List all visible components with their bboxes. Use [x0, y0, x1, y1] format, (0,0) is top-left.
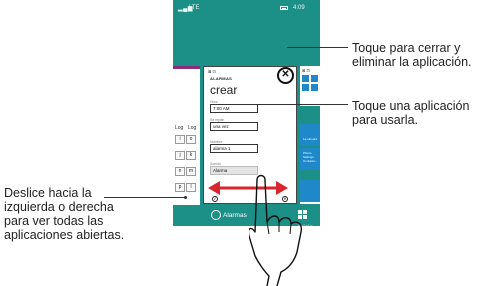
clock: 4:09 — [293, 5, 305, 11]
name-field[interactable]: alarma 1 — [210, 144, 258, 153]
keyboard-key: o — [186, 135, 196, 144]
leader-line-close — [287, 47, 348, 48]
app-title: ALARMAS — [210, 76, 233, 81]
status-bar: ▂▄▆ LTE 4:09 — [173, 0, 320, 16]
hand-icon — [249, 174, 303, 286]
tile-label: La cámara — [303, 137, 318, 141]
page-title: crear — [210, 83, 238, 97]
tile-label: Phone Settings Contacts... — [303, 151, 318, 163]
leader-line-open — [258, 104, 348, 105]
alarm-clock-icon — [211, 210, 221, 221]
battery-icon — [280, 6, 288, 10]
time-field[interactable]: 7:00 AM — [210, 104, 258, 113]
card-header-icons: ⊠ ⊡ — [302, 68, 310, 73]
callout-line: eliminar la aplicación. — [352, 55, 472, 69]
leader-dot — [184, 196, 187, 199]
callout-line: aplicaciones abiertas. — [4, 228, 125, 242]
keyboard-key: n — [175, 167, 185, 176]
callout-line: izquierda o derecha — [4, 200, 114, 214]
repeat-field[interactable]: una vez — [210, 122, 258, 131]
tile — [302, 84, 309, 91]
keyboard-key: l — [186, 183, 196, 192]
keyboard-key: p — [175, 183, 185, 192]
tile — [311, 84, 318, 91]
keyboard-key: m — [186, 167, 196, 176]
keyboard-key: k — [186, 151, 196, 160]
keyboard-key: j — [175, 151, 185, 160]
keyboard-suggestion: Log — [188, 125, 197, 131]
callout-swipe: Deslice hacia la izquierda o derecha par… — [4, 186, 124, 242]
keyboard-suggestion: Log — [175, 125, 184, 131]
callout-line: para usarla. — [352, 113, 419, 127]
callout-line: Deslice hacia la — [4, 186, 92, 200]
alarm-app-label: Alarmas — [211, 210, 247, 222]
callout-line: Toque para cerrar y — [352, 41, 461, 55]
callout-line: Toque una aplicación — [352, 99, 470, 113]
tile — [302, 75, 309, 82]
callout-close-app: Toque para cerrar y eliminar la aplicaci… — [352, 41, 472, 69]
save-icon[interactable]: ✓ — [212, 196, 218, 202]
tile — [311, 75, 318, 82]
network-label: LTE — [189, 5, 200, 11]
settings-tile: Phone Settings Contacts... — [300, 148, 320, 170]
callout-open-app: Toque una aplicación para usarla. — [352, 99, 469, 127]
keyboard-key: i — [175, 135, 185, 144]
card-header-icons: ⊠ ⊡ — [208, 69, 216, 74]
phone-screen: ▂▄▆ LTE 4:09 Log Log i o j k n m p l ⊠ ⊡… — [173, 0, 320, 286]
app-card-keyboard[interactable]: Log Log i o j k n m p l — [173, 66, 200, 205]
camera-tile: La cámara — [300, 124, 320, 146]
close-app-button[interactable]: ✕ — [277, 67, 294, 84]
callout-line: para ver todas las — [4, 214, 104, 228]
